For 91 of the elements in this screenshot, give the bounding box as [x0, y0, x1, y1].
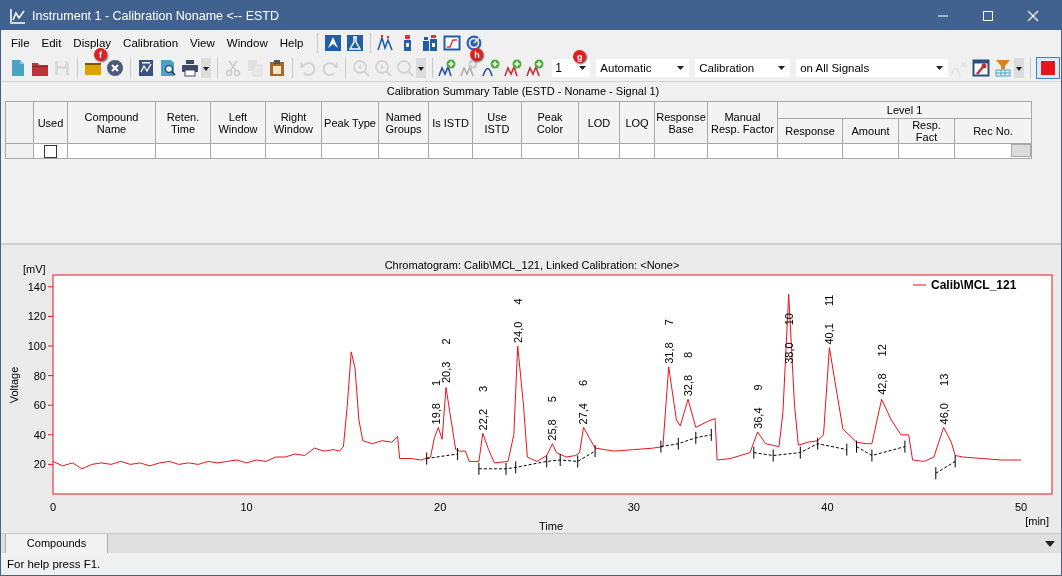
table-title: Calibration Summary Table (ESTD - Noname - Signal 1) — [385, 84, 661, 99]
checkbox[interactable] — [44, 144, 57, 158]
tick-label: 100 — [27, 340, 46, 353]
column-header[interactable]: Peak Color — [521, 101, 579, 144]
column-header[interactable]: Used — [33, 101, 68, 144]
callout-badge: f — [93, 48, 107, 61]
peak-label: 32,8 8 — [682, 351, 694, 397]
column-group-header: Level 1 — [777, 101, 1032, 119]
peak-label: 38,0 10 — [782, 313, 795, 364]
tab[interactable]: Compounds — [5, 534, 108, 553]
legend-line — [912, 284, 927, 286]
column-header[interactable]: Response Base — [654, 101, 708, 144]
menu-item[interactable]: View — [184, 36, 221, 49]
printer-icon[interactable] — [180, 59, 199, 77]
print-preview-icon[interactable] — [158, 59, 177, 77]
peak-label: 42,8 12 — [875, 344, 888, 395]
tick-label: 50 — [1014, 501, 1028, 513]
peak-label: 19,8 1 — [430, 379, 443, 425]
dropdown[interactable]: Automatic — [596, 59, 690, 77]
flask-icon[interactable] — [346, 33, 365, 52]
peak-label: 20,3 2 — [440, 338, 452, 383]
report-icon[interactable] — [136, 59, 155, 77]
peaks-icon[interactable] — [377, 33, 396, 52]
dropdown[interactable]: Calibration — [695, 59, 791, 77]
column-header[interactable]: Peak Type — [321, 101, 379, 144]
bottles-icon[interactable] — [421, 33, 440, 52]
column-header[interactable]: Reten. Time — [155, 101, 211, 144]
caret-icon — [934, 65, 944, 71]
tick-label: 20 — [33, 458, 46, 471]
peak-label: 22,2 3 — [476, 385, 489, 431]
menu-item[interactable]: Window — [220, 36, 274, 49]
close-icon[interactable] — [1027, 9, 1039, 22]
tick-label: 30 — [627, 501, 640, 513]
axis-unit: [min] — [1025, 515, 1049, 527]
chart-window-icon[interactable] — [443, 33, 462, 52]
tick-label: 0 — [49, 501, 57, 513]
column-header[interactable]: Right Window — [265, 101, 322, 144]
callout-badge: h — [470, 48, 484, 61]
dropdown[interactable]: on All Signals — [796, 59, 948, 77]
maximize-icon[interactable] — [982, 9, 994, 22]
peak-plus-icon[interactable] — [482, 59, 501, 77]
peak-label: 31,8 7 — [662, 319, 675, 364]
column-header[interactable]: Left Window — [210, 101, 266, 144]
tick-label: 140 — [27, 280, 46, 293]
menu-item[interactable]: File — [5, 36, 36, 49]
peak-label: 46,0 13 — [937, 373, 950, 425]
status-text: For help press F1. — [7, 558, 101, 570]
legend-label: Calib\MCL_121 — [931, 278, 1017, 292]
caret-icon — [578, 65, 588, 71]
peak-label: 36,4 9 — [751, 384, 764, 429]
chart-icon — [10, 7, 26, 24]
stop-icon[interactable] — [1038, 59, 1057, 77]
dropdown-arrow-icon[interactable] — [1045, 540, 1055, 547]
peak-label: 40,1 11 — [823, 294, 836, 345]
peak-label: 24,0 4 — [511, 298, 524, 344]
column-header[interactable]: LOD — [578, 101, 620, 144]
tick-label: 80 — [33, 369, 46, 382]
column-header[interactable]: Is ISTD — [428, 101, 473, 144]
peak-plus-icon[interactable] — [438, 59, 457, 77]
caret-icon — [676, 65, 686, 71]
window-title: Instrument 1 - Calibration Noname <-- ESTD — [32, 8, 280, 23]
axis-title: Voltage — [8, 366, 20, 404]
triangle-logo-icon[interactable] — [324, 33, 343, 52]
column-header[interactable]: Compound Name — [67, 101, 156, 144]
menu-item[interactable]: Edit — [35, 36, 68, 49]
axis-unit: [mV] — [23, 263, 46, 275]
menu-item[interactable]: Display — [67, 36, 118, 49]
wrench-window-icon[interactable] — [971, 59, 990, 77]
tick-label: 10 — [240, 501, 253, 513]
column-header[interactable]: LOQ — [619, 101, 655, 144]
close-icon[interactable] — [105, 59, 124, 77]
caret-icon — [777, 65, 787, 71]
cell-button[interactable] — [1011, 144, 1032, 157]
menu-item[interactable]: Help — [273, 36, 310, 49]
peak-label: 27,4 6 — [577, 379, 590, 425]
clipboard-icon[interactable] — [267, 59, 286, 77]
tick-label: 40 — [33, 428, 46, 441]
chart-title: Chromatogram: Calib\MCL_121, Linked Calibration: <None> — [384, 259, 680, 271]
axis-title: Time — [539, 520, 563, 532]
tick-label: 20 — [434, 501, 447, 513]
menu-item[interactable]: Calibration — [117, 36, 185, 49]
peak-label: 25,8 5 — [546, 396, 559, 441]
peak-plus-icon[interactable] — [504, 59, 523, 77]
tick-label: 40 — [821, 501, 834, 513]
column-header[interactable]: Named Groups — [378, 101, 429, 144]
tick-label: 60 — [33, 399, 46, 412]
column-header[interactable]: Manual Resp. Factor — [707, 101, 778, 144]
column-header[interactable]: Use ISTD — [472, 101, 522, 144]
tick-label: 120 — [27, 310, 46, 323]
peak-plus-icon[interactable] — [526, 59, 545, 77]
target-icon[interactable] — [465, 33, 484, 52]
